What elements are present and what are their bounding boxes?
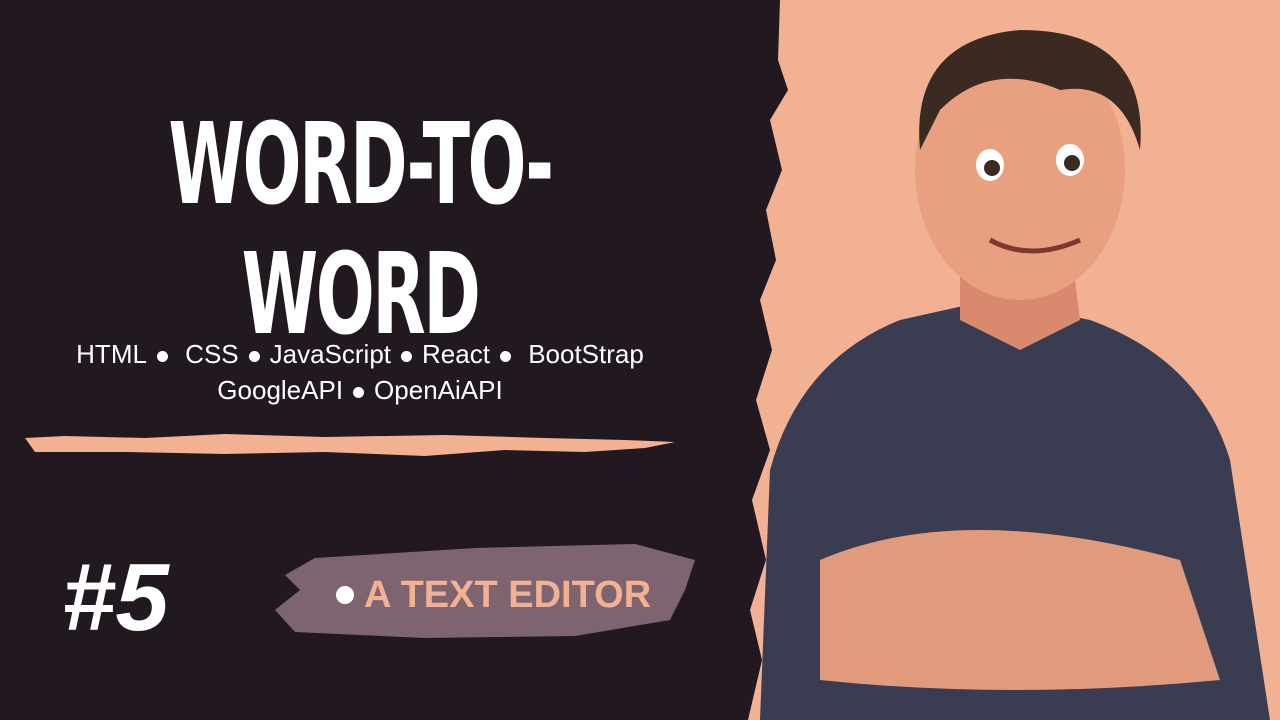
bullet-icon <box>401 350 413 362</box>
tech-javascript: JavaScript <box>269 339 392 369</box>
tech-googleapi: GoogleAPI <box>217 375 344 405</box>
tech-openaiapi: OpenAiAPI <box>374 375 503 405</box>
cartoon-man-illustration <box>760 30 1270 720</box>
tech-css: CSS <box>185 339 239 369</box>
main-title: WORD-TO-WORD <box>168 100 554 360</box>
bullet-icon <box>353 386 365 398</box>
tech-list-line-1: HTML CSS JavaScript React BootStrap <box>20 336 700 372</box>
tech-bootstrap: BootStrap <box>528 339 644 369</box>
bullet-icon <box>248 350 260 362</box>
bullet-icon <box>499 350 511 362</box>
subtitle-text: A TEXT EDITOR <box>364 574 652 616</box>
tech-html: HTML <box>76 339 147 369</box>
bullet-icon <box>336 586 354 604</box>
tech-list-line-2: GoogleAPI OpenAiAPI <box>20 372 700 408</box>
peach-brush-stroke <box>25 434 675 456</box>
tech-react: React <box>422 339 490 369</box>
subtitle-badge: A TEXT EDITOR <box>336 570 651 620</box>
episode-number: #5 <box>62 544 169 651</box>
bullet-icon <box>156 350 168 362</box>
